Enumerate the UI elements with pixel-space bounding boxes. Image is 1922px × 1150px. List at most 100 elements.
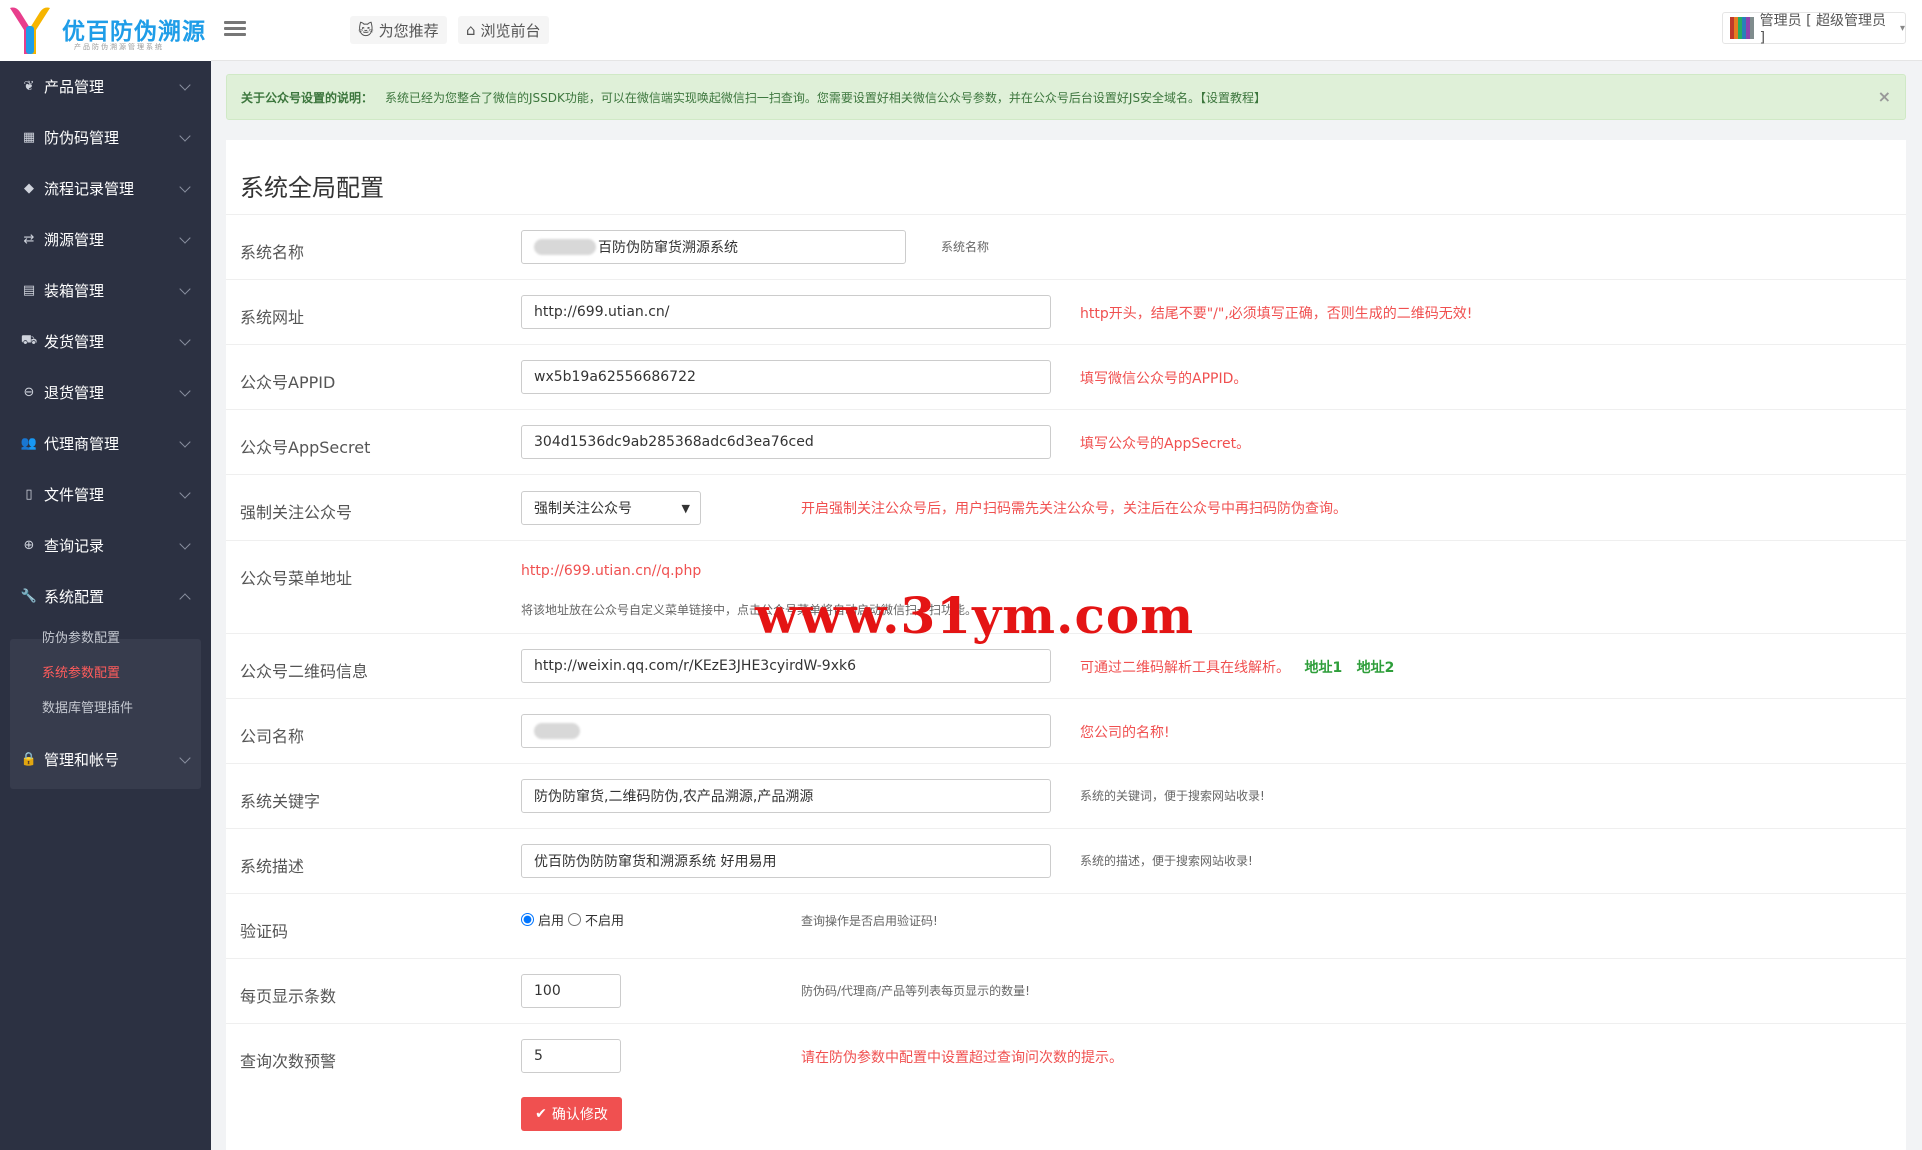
sidebar-item-trace[interactable]: ⇄ 溯源管理	[0, 214, 211, 265]
captcha-on-radio[interactable]	[521, 913, 534, 926]
sidebar-item-shipping[interactable]: ⛟ 发货管理	[0, 316, 211, 367]
captcha-off-label: 不启用	[585, 914, 625, 929]
sidebar-item-label: 查询记录	[44, 537, 105, 555]
query-warn-input[interactable]: 5	[521, 1039, 621, 1073]
submit-button[interactable]: ✔ 确认修改	[521, 1097, 622, 1131]
field-label: 公司名称	[240, 727, 305, 746]
chevron-down-icon	[179, 232, 191, 244]
minus-circle-icon: ⊖	[23, 385, 35, 400]
sidebar-item-query-log[interactable]: ⊕ 查询记录	[0, 520, 211, 571]
chevron-down-icon	[179, 130, 191, 142]
captcha-off-radio[interactable]	[568, 913, 582, 926]
wechat-info-alert: 关于公众号设置的说明： 系统已经为您整合了微信的JSSDK功能，可以在微信端实现…	[226, 74, 1906, 120]
keywords-input[interactable]: 防伪防窜货,二维码防伪,农产品溯源,产品溯源	[521, 779, 1051, 813]
sidebar-item-accounts[interactable]: 🔒 管理和帐号	[0, 734, 211, 785]
sidebar-item-system-config[interactable]: 🔧 系统配置	[10, 571, 201, 622]
avatar	[1730, 17, 1754, 39]
sidebar-item-label: 管理和帐号	[44, 751, 120, 769]
field-label: 系统网址	[240, 308, 305, 327]
qrcode-input[interactable]: http://weixin.qq.com/r/KEzE3JHE3cyirdW-9…	[521, 649, 1051, 683]
qrcode-link-2[interactable]: 地址2	[1357, 660, 1395, 676]
user-menu[interactable]: 管理员 [ 超级管理员 ] ▾	[1722, 12, 1906, 46]
search-plus-icon: ⊕	[23, 538, 35, 553]
appid-input[interactable]: wx5b19a62556686722	[521, 360, 1051, 394]
field-label: 系统关键字	[240, 792, 321, 811]
watermark-text: www.31ym.com	[755, 586, 1195, 645]
sidebar-item-label: 系统配置	[44, 588, 105, 606]
chevron-down-icon	[179, 487, 191, 499]
field-label: 强制关注公众号	[240, 503, 353, 522]
browse-frontend-label: 浏览前台	[480, 21, 541, 40]
sidebar-item-label: 文件管理	[44, 486, 105, 504]
form-row-system-name: 系统名称 百防伪防窜货溯源系统 系统名称	[226, 215, 1906, 280]
browse-frontend-link[interactable]: ⌂ 浏览前台	[458, 16, 549, 44]
sidebar-item-label: 产品管理	[44, 78, 105, 96]
appsecret-input[interactable]: 304d1536dc9ab285368adc6d3ea76ced	[521, 425, 1051, 459]
sidebar-item-label: 代理商管理	[44, 435, 120, 453]
sidebar-item-product[interactable]: ❦ 产品管理	[0, 61, 211, 112]
sidebar-item-packing[interactable]: ▤ 装箱管理	[0, 265, 211, 316]
chevron-down-icon	[179, 538, 191, 550]
sidebar-item-process[interactable]: ◆ 流程记录管理	[0, 163, 211, 214]
field-hint: 查询操作是否启用验证码!	[801, 914, 938, 928]
chevron-down-icon	[179, 334, 191, 346]
chevron-down-icon	[179, 385, 191, 397]
file-icon: ▯	[25, 487, 33, 502]
close-icon[interactable]: ×	[1878, 87, 1891, 106]
system-name-input[interactable]: 百防伪防窜货溯源系统	[521, 230, 906, 264]
truck-icon: ⛟	[20, 333, 38, 348]
field-hint: 系统的关键词，便于搜索网站收录!	[1080, 789, 1265, 803]
sidebar-item-files[interactable]: ▯ 文件管理	[0, 469, 211, 520]
leaf-icon: ❦	[23, 79, 35, 94]
user-label: 管理员 [ 超级管理员 ]	[1759, 13, 1887, 46]
field-label: 查询次数预警	[240, 1052, 337, 1071]
submit-button-label: 确认修改	[551, 1107, 608, 1123]
recommend-link-label: 为您推荐	[378, 21, 439, 40]
field-hint: 系统名称	[941, 240, 990, 254]
form-row-captcha: 验证码 启用 不启用 查询操作是否启用验证码!	[226, 894, 1906, 959]
sidebar-subitem-db-plugin[interactable]: 数据库管理插件	[42, 697, 133, 716]
brand-logo[interactable]: 优百防伪溯源 产品防伪溯源管理系统	[0, 0, 211, 61]
redacted-mask	[534, 239, 596, 255]
chevron-down-icon	[179, 752, 191, 764]
sidebar-item-agents[interactable]: 👥 代理商管理	[0, 418, 211, 469]
field-label: 系统描述	[240, 857, 305, 876]
form-row-page-size: 每页显示条数 100 防伪码/代理商/产品等列表每页显示的数量!	[226, 959, 1906, 1024]
alert-text: 系统已经为您整合了微信的JSSDK功能，可以在微信端实现唤起微信扫一扫查询。您需…	[385, 90, 1267, 105]
field-label: 公众号APPID	[240, 373, 336, 392]
force-follow-select[interactable]: 强制关注公众号 ▼	[521, 491, 701, 525]
description-input[interactable]: 优百防伪防防窜货和溯源系统 好用易用	[521, 844, 1051, 878]
lock-icon: 🔒	[20, 752, 38, 767]
form-row-force-follow: 强制关注公众号 强制关注公众号 ▼ 开启强制关注公众号后，用户扫码需先关注公众号…	[226, 475, 1906, 541]
form-row-keywords: 系统关键字 防伪防窜货,二维码防伪,农产品溯源,产品溯源 系统的关键词，便于搜索…	[226, 764, 1906, 829]
field-label: 公众号菜单地址	[240, 569, 353, 588]
form-row-system-url: 系统网址 http://699.utian.cn/ http开头，结尾不要"/"…	[226, 280, 1906, 345]
page-size-input[interactable]: 100	[521, 974, 621, 1008]
chevron-up-icon	[179, 593, 191, 605]
form-row-company: 公司名称 您公司的名称!	[226, 699, 1906, 764]
brand-y-logo-icon	[10, 7, 50, 54]
menu-toggle-icon[interactable]	[224, 18, 246, 40]
captcha-on-label: 启用	[538, 914, 565, 929]
form-row-appid: 公众号APPID wx5b19a62556686722 填写微信公众号的APPI…	[226, 345, 1906, 410]
tags-icon: ◆	[24, 181, 34, 196]
redacted-mask	[534, 723, 580, 739]
qrcode-link-1[interactable]: 地址1	[1304, 660, 1342, 676]
sidebar-subitem-anti-params[interactable]: 防伪参数配置	[42, 627, 120, 646]
field-hint: 开启强制关注公众号后，用户扫码需先关注公众号，关注后在公众号中再扫码防伪查询。	[801, 501, 1347, 517]
menu-url-link[interactable]: http://699.utian.cn//q.php	[521, 563, 701, 579]
field-hint: http开头，结尾不要"/",必须填写正确，否则生成的二维码无效!	[1080, 306, 1473, 322]
sidebar-item-label: 发货管理	[44, 333, 105, 351]
form-row-description: 系统描述 优百防伪防防窜货和溯源系统 好用易用 系统的描述，便于搜索网站收录!	[226, 829, 1906, 894]
sidebar-subitem-system-params[interactable]: 系统参数配置	[42, 662, 120, 681]
check-icon: ✔	[535, 1106, 547, 1122]
sidebar-item-returns[interactable]: ⊖ 退货管理	[0, 367, 211, 418]
field-hint: 您公司的名称!	[1080, 725, 1170, 741]
sidebar-item-label: 装箱管理	[44, 282, 105, 300]
company-input[interactable]	[521, 714, 1051, 748]
recommend-link[interactable]: 🐱 为您推荐	[350, 16, 447, 44]
config-panel: 系统全局配置 系统名称 百防伪防窜货溯源系统 系统名称 系统网址 http://…	[226, 140, 1906, 1150]
sidebar-item-anticode[interactable]: ▦ 防伪码管理	[0, 112, 211, 163]
system-url-input[interactable]: http://699.utian.cn/	[521, 295, 1051, 329]
retweet-icon: ⇄	[23, 232, 35, 247]
